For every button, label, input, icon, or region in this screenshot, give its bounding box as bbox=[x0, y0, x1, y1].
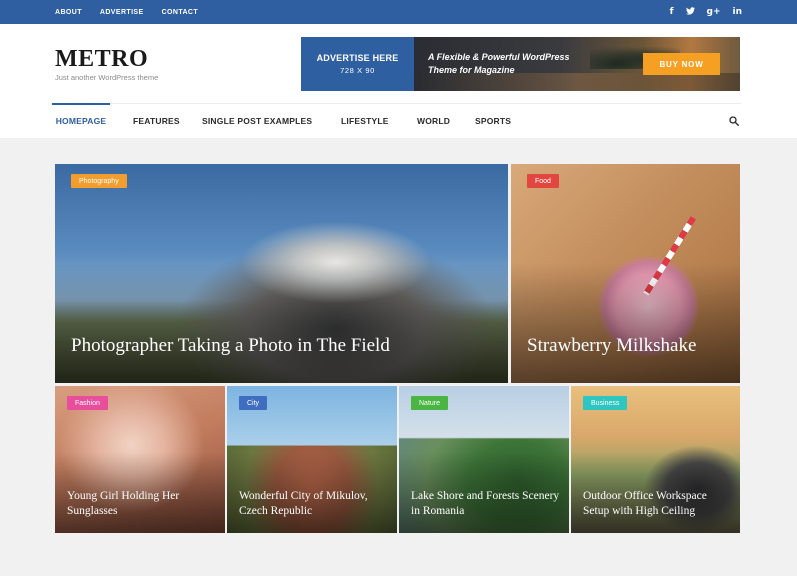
ad-promo-line-1: A Flexible & Powerful WordPress bbox=[428, 52, 570, 62]
post-title-city[interactable]: Wonderful City of Mikulov, Czech Republi… bbox=[239, 489, 389, 519]
nav-item-single-post-examples[interactable]: SINGLE POST EXAMPLES bbox=[202, 104, 312, 138]
ad-size-label: 728 X 90 bbox=[340, 66, 375, 75]
top-nav-advertise[interactable]: ADVERTISE bbox=[100, 9, 144, 16]
post-title-fashion[interactable]: Young Girl Holding Her Sunglasses bbox=[67, 489, 217, 519]
main-nav: HOMEPAGE FEATURES SINGLE POST EXAMPLES L… bbox=[52, 103, 741, 137]
ad-promo-text: A Flexible & Powerful WordPress Theme fo… bbox=[428, 51, 570, 77]
featured-post-fashion[interactable]: Fashion Young Girl Holding Her Sunglasse… bbox=[55, 386, 225, 533]
facebook-icon[interactable]: f bbox=[670, 7, 674, 17]
ad-promo-line-2: Theme for Magazine bbox=[428, 65, 515, 75]
category-badge-nature[interactable]: Nature bbox=[411, 396, 449, 410]
social-links: f g+ in bbox=[670, 0, 742, 24]
nav-item-features[interactable]: FEATURES bbox=[133, 104, 180, 138]
google-plus-icon[interactable]: g+ bbox=[707, 7, 721, 17]
search-icon[interactable] bbox=[729, 116, 739, 126]
top-nav-about[interactable]: ABOUT bbox=[55, 9, 82, 16]
advertise-here-box: ADVERTISE HERE 728 X 90 bbox=[301, 37, 414, 91]
featured-post-nature[interactable]: Nature Lake Shore and Forests Scenery in… bbox=[399, 386, 569, 533]
site-logo[interactable]: METRO bbox=[55, 46, 148, 73]
nav-item-world[interactable]: WORLD bbox=[417, 104, 450, 138]
featured-post-food[interactable]: Food Strawberry Milkshake bbox=[511, 164, 740, 383]
buy-now-button[interactable]: BUY NOW bbox=[643, 53, 720, 75]
top-bar: ABOUT ADVERTISE CONTACT f g+ in bbox=[0, 0, 797, 24]
category-badge-fashion[interactable]: Fashion bbox=[67, 396, 108, 410]
post-title-photography[interactable]: Photographer Taking a Photo in The Field bbox=[71, 335, 390, 357]
category-badge-city[interactable]: City bbox=[239, 396, 268, 410]
nav-item-sports[interactable]: SPORTS bbox=[475, 104, 511, 138]
card-overlay bbox=[55, 262, 508, 383]
featured-post-photography[interactable]: Photography Photographer Taking a Photo … bbox=[55, 164, 508, 383]
category-badge-business[interactable]: Business bbox=[583, 396, 628, 410]
card-overlay bbox=[511, 262, 740, 383]
nav-item-lifestyle[interactable]: LIFESTYLE bbox=[341, 104, 389, 138]
category-badge-food[interactable]: Food bbox=[527, 174, 559, 188]
ad-promo-image: A Flexible & Powerful WordPress Theme fo… bbox=[414, 37, 740, 91]
nav-item-homepage[interactable]: HOMEPAGE bbox=[52, 103, 110, 137]
category-badge-photography[interactable]: Photography bbox=[71, 174, 127, 188]
post-title-food[interactable]: Strawberry Milkshake bbox=[527, 335, 696, 357]
site-tagline: Just another WordPress theme bbox=[55, 73, 159, 82]
linkedin-icon[interactable]: in bbox=[733, 7, 743, 17]
advertisement-banner[interactable]: ADVERTISE HERE 728 X 90 A Flexible & Pow… bbox=[301, 37, 740, 91]
top-nav-contact[interactable]: CONTACT bbox=[162, 9, 199, 16]
post-title-nature[interactable]: Lake Shore and Forests Scenery in Romani… bbox=[411, 489, 561, 519]
featured-post-city[interactable]: City Wonderful City of Mikulov, Czech Re… bbox=[227, 386, 397, 533]
advertise-here-label: ADVERTISE HERE bbox=[316, 53, 399, 63]
post-title-business[interactable]: Outdoor Office Workspace Setup with High… bbox=[583, 489, 732, 519]
featured-post-business[interactable]: Business Outdoor Office Workspace Setup … bbox=[571, 386, 740, 533]
twitter-icon[interactable] bbox=[685, 6, 695, 18]
top-nav: ABOUT ADVERTISE CONTACT bbox=[55, 0, 198, 24]
